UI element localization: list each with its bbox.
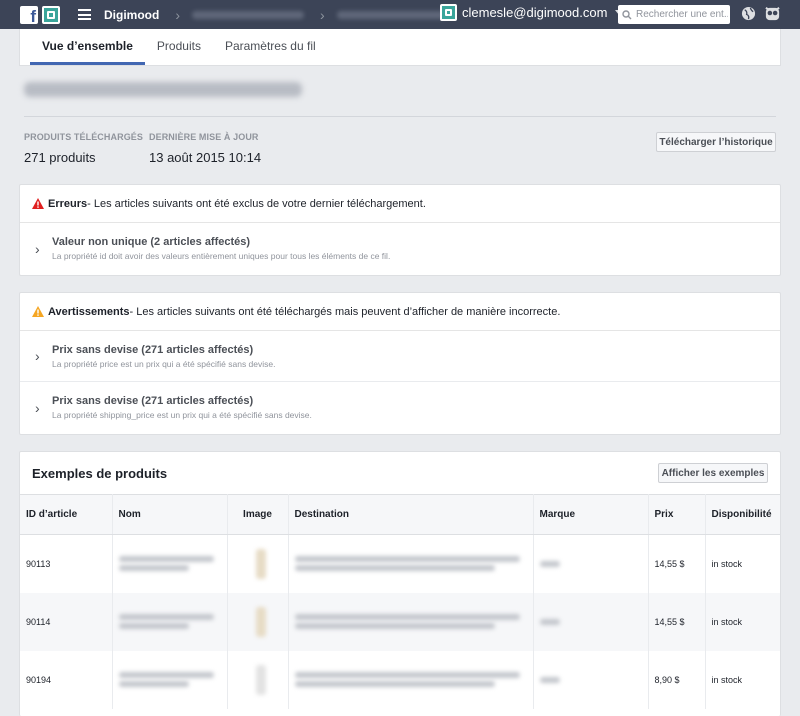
stat-updated-value: 13 août 2015 10:14 (149, 150, 262, 165)
warning-item-title: Prix sans devise (271 articles affectés) (52, 343, 254, 356)
column-header-destination[interactable]: Destination (288, 494, 534, 535)
download-history-button[interactable]: Télécharger l’historique (656, 132, 776, 152)
sample-products-title: Exemples de produits (32, 465, 168, 481)
product-thumbnail[interactable] (255, 664, 266, 695)
account-email: clemesle@digimood.com (462, 5, 608, 20)
stat-uploaded-value: 271 produits (24, 150, 96, 165)
error-item-title: Valeur non unique (2 articles affectés) (52, 236, 251, 248)
column-header-price[interactable]: Prix (648, 494, 706, 535)
breadcrumb-feed[interactable] (336, 10, 449, 19)
search-icon (622, 9, 632, 19)
table-row[interactable]: 90113 14,55 $ in stock (20, 534, 780, 593)
owl-icon[interactable] (764, 5, 781, 22)
cell-brand (533, 650, 649, 709)
cell-brand (533, 534, 649, 593)
chevron-right-icon: › (35, 348, 40, 364)
warning-item[interactable]: › Prix sans devise (271 articles affecté… (20, 331, 780, 382)
stat-uploaded: PRODUITS TÉLÉCHARGÉS 271 produits (24, 132, 143, 165)
error-item[interactable]: › Valeur non unique (2 articles affectés… (20, 223, 780, 274)
tab-feed-settings[interactable]: Paramètres du fil (213, 29, 328, 65)
tab-overview[interactable]: Vue d’ensemble (30, 29, 145, 65)
warning-item-title: Prix sans devise (271 articles affectés) (52, 395, 254, 407)
column-header-image[interactable]: Image (227, 494, 289, 535)
errors-card: Erreurs - Les articles suivants ont été … (19, 184, 781, 276)
product-thumbnail[interactable] (255, 548, 266, 579)
error-icon (32, 198, 44, 209)
divider (24, 116, 776, 117)
top-bar: f Digimood › › clemesle@digimood.com (0, 0, 800, 29)
warning-item[interactable]: › Prix sans devise (271 articles affecté… (20, 382, 780, 433)
cell-id: 90114 (20, 592, 113, 651)
cell-image (227, 534, 289, 593)
errors-header: Erreurs - Les articles suivants ont été … (20, 185, 780, 223)
cell-destination (288, 534, 534, 593)
stat-uploaded-label: PRODUITS TÉLÉCHARGÉS (24, 132, 144, 142)
breadcrumb-chevron-icon: › (320, 6, 325, 23)
show-samples-button[interactable]: Afficher les exemples (658, 463, 768, 483)
cell-name (112, 592, 228, 651)
facebook-logo-icon[interactable]: f (20, 5, 38, 24)
warning-icon (32, 306, 44, 317)
cell-brand (533, 592, 649, 651)
globe-icon[interactable] (741, 6, 756, 21)
stat-updated: DERNIÈRE MISE À JOUR 13 août 2015 10:14 (149, 132, 261, 165)
search-box[interactable] (618, 5, 730, 24)
warning-item-detail: La propriété price est un prix qui a été… (52, 358, 276, 369)
cell-image (227, 592, 289, 651)
cell-id: 90113 (20, 534, 113, 593)
cell-availability: in stock (705, 592, 780, 651)
cell-price: 14,55 $ (648, 592, 706, 651)
tab-bar: Vue d’ensemble Produits Paramètres du fi… (19, 29, 781, 66)
sample-products-header: Exemples de produits Afficher les exempl… (20, 452, 780, 494)
product-thumbnail[interactable] (255, 606, 266, 637)
column-header-brand[interactable]: Marque (533, 494, 649, 535)
table-row[interactable]: 90194 8,90 $ in stock (20, 650, 780, 709)
cell-price: 8,90 $ (648, 650, 706, 709)
column-header-id[interactable]: ID d’article (20, 494, 113, 535)
cell-destination (288, 592, 534, 651)
account-switcher[interactable]: clemesle@digimood.com (440, 4, 624, 21)
column-header-name[interactable]: Nom (112, 494, 228, 535)
warnings-description: - Les articles suivants ont été téléchar… (129, 305, 561, 318)
cell-name (112, 534, 228, 593)
table-row[interactable]: 90114 14,55 $ in stock (20, 592, 780, 651)
search-input[interactable] (636, 9, 728, 20)
cell-price: 14,55 $ (648, 534, 706, 593)
warnings-title: Avertissements (48, 305, 130, 318)
cell-availability: in stock (711, 558, 743, 569)
cell-destination (288, 650, 534, 709)
menu-icon[interactable] (78, 9, 91, 20)
breadcrumb-catalog[interactable] (192, 10, 304, 19)
warnings-card: Avertissements - Les articles suivants o… (19, 292, 781, 435)
errors-title: Erreurs (48, 197, 88, 210)
cell-availability: in stock (711, 674, 743, 685)
sample-products-card: Exemples de produits Afficher les exempl… (19, 451, 781, 716)
warnings-header: Avertissements - Les articles suivants o… (20, 293, 780, 331)
error-item-detail: La propriété id doit avoir des valeurs e… (52, 251, 391, 261)
products-table: ID d’article Nom Image Destination Marqu… (20, 494, 780, 709)
account-icon (440, 4, 457, 21)
business-manager-icon[interactable] (42, 5, 60, 24)
errors-description: - Les articles suivants ont été exclus d… (87, 197, 426, 210)
cell-image (227, 650, 289, 709)
chevron-right-icon: › (35, 399, 40, 416)
stat-updated-label: DERNIÈRE MISE À JOUR (149, 132, 259, 142)
column-header-availability[interactable]: Disponibilité (705, 494, 780, 535)
warning-item-detail: La propriété shipping_price est un prix … (52, 410, 312, 420)
cell-name (112, 650, 228, 709)
tab-products[interactable]: Produits (145, 29, 213, 65)
chevron-right-icon: › (35, 240, 40, 257)
business-name[interactable]: Digimood (104, 8, 159, 22)
cell-id: 90194 (20, 650, 113, 709)
page-title (24, 82, 302, 97)
breadcrumb-chevron-icon: › (175, 6, 180, 23)
